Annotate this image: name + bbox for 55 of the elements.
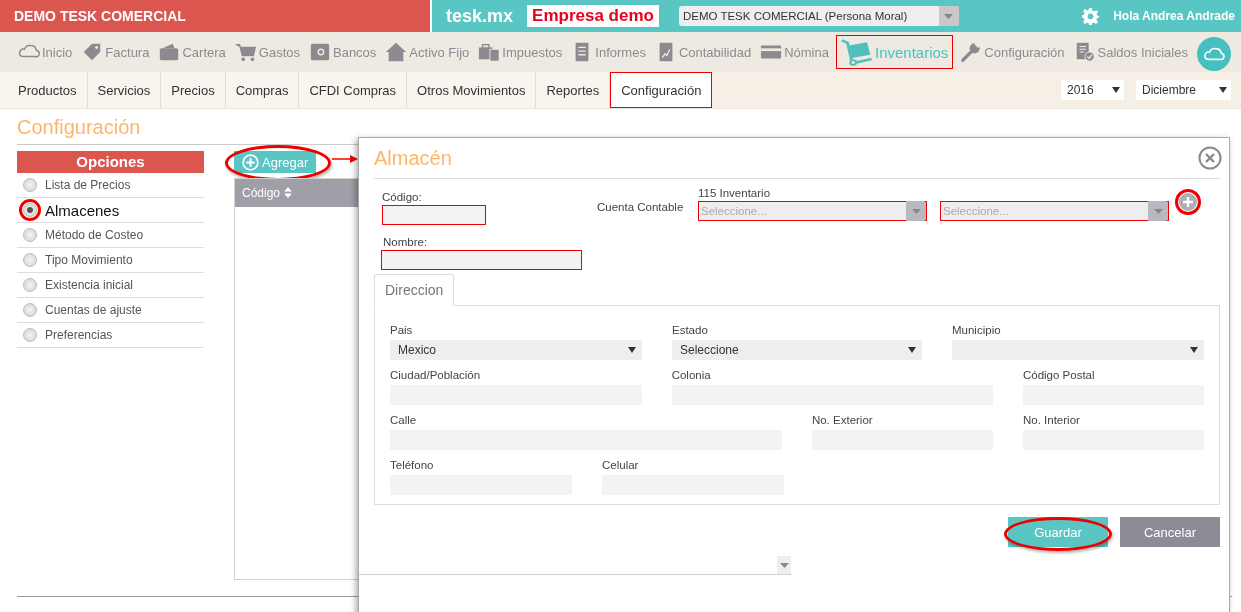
nav-item[interactable]: Informes bbox=[569, 38, 648, 66]
nav-item[interactable]: Cartera bbox=[156, 38, 228, 66]
nav-item[interactable]: Configuración bbox=[958, 38, 1067, 66]
company-badge: Empresa demo bbox=[527, 5, 659, 27]
field-label: Calle bbox=[390, 414, 418, 428]
nav-item[interactable]: Gastos bbox=[232, 38, 302, 66]
option-label[interactable]: Método de Costeo bbox=[45, 228, 144, 242]
field-label: No. Exterior bbox=[811, 414, 874, 428]
column-header[interactable]: Código bbox=[235, 178, 358, 207]
field-label: Celular bbox=[602, 459, 640, 473]
field-label: Ciudad/Población bbox=[390, 369, 482, 383]
nav-item[interactable]: Nómina bbox=[758, 38, 831, 66]
address-select[interactable]: Seleccione bbox=[672, 340, 922, 360]
field-label: No. Interior bbox=[1022, 414, 1081, 428]
address-select[interactable]: Mexico bbox=[390, 340, 642, 360]
sub-tab[interactable]: CFDI Compras bbox=[299, 72, 408, 108]
field-label: Teléfono bbox=[390, 459, 435, 473]
page-title: Configuración bbox=[16, 115, 142, 140]
sub-tab[interactable]: Compras bbox=[225, 72, 300, 108]
option-label[interactable]: Existencia inicial bbox=[45, 278, 134, 292]
sub-tab[interactable]: Configuración bbox=[610, 72, 713, 108]
option-label[interactable]: Tipo Movimiento bbox=[45, 253, 133, 267]
account-caption: 115 Inventario bbox=[698, 187, 772, 201]
option-label[interactable]: Lista de Precios bbox=[45, 178, 131, 192]
option-label[interactable]: Preferencias bbox=[45, 328, 113, 342]
option-label[interactable]: Almacenes bbox=[45, 201, 120, 219]
field-label: Municipio bbox=[952, 324, 1002, 338]
year-select[interactable]: 2016 bbox=[1061, 80, 1124, 100]
field-label: Pais bbox=[390, 324, 414, 338]
month-select[interactable]: Diciembre bbox=[1136, 80, 1231, 100]
field-label: Cuenta Contable bbox=[597, 201, 685, 215]
field-label: Colonia bbox=[671, 369, 712, 383]
dialog-title: Almacén bbox=[374, 146, 453, 170]
field-label: Estado bbox=[672, 324, 709, 338]
nav-item[interactable]: Activo Fijo bbox=[383, 38, 472, 66]
address-tab[interactable]: Direccion bbox=[374, 274, 455, 306]
nav-item[interactable]: Inicio bbox=[16, 38, 75, 66]
sub-tab[interactable]: Otros Movimientos bbox=[407, 72, 537, 108]
nav-item[interactable]: Impuestos bbox=[476, 38, 565, 66]
cancel-button[interactable]: Cancelar bbox=[1120, 517, 1220, 547]
field-label: Código Postal bbox=[1022, 369, 1096, 383]
company-select[interactable]: DEMO TESK COMERCIAL (Persona Moral) bbox=[678, 6, 959, 26]
nav-item[interactable]: Bancos bbox=[307, 38, 379, 66]
field-label: Nombre: bbox=[382, 236, 429, 250]
company-title: DEMO TESK COMERCIAL bbox=[0, 0, 430, 32]
option-label[interactable]: Cuentas de ajuste bbox=[45, 303, 142, 317]
nav-item[interactable]: Factura bbox=[79, 38, 152, 66]
field-label: Código: bbox=[382, 191, 423, 205]
nav-item[interactable]: Contabilidad bbox=[652, 38, 754, 66]
sub-tab[interactable]: Precios bbox=[161, 72, 226, 108]
sub-tab[interactable]: Productos bbox=[8, 72, 88, 108]
nav-item[interactable]: Saldos Iniciales bbox=[1071, 38, 1190, 66]
brand-logo: tesk.mx bbox=[446, 5, 514, 27]
sub-tab[interactable]: Servicios bbox=[87, 72, 162, 108]
options-header: Opciones bbox=[17, 151, 204, 173]
